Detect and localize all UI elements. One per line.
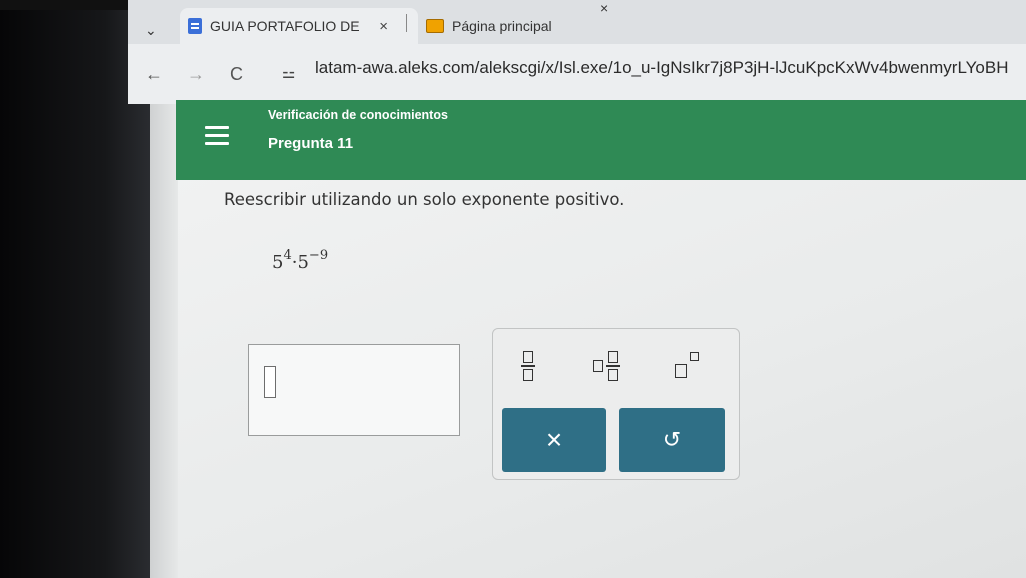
fraction-icon (521, 351, 535, 381)
image-icon (426, 19, 444, 33)
forward-button[interactable]: → (187, 64, 205, 85)
mixed-number-icon (592, 351, 620, 381)
docs-icon (188, 18, 202, 34)
base-1: 5 (272, 252, 284, 273)
mixed-number-button[interactable] (586, 350, 626, 382)
question-number: Pregunta 11 (268, 135, 354, 152)
exponent-1: 4 (283, 248, 292, 263)
site-info-icon[interactable]: ⚍ (282, 64, 295, 82)
base-2: 5 (297, 252, 309, 273)
exponent-button[interactable] (666, 350, 706, 382)
fraction-button[interactable] (508, 350, 548, 382)
tab-separator (406, 14, 407, 32)
close-icon[interactable]: × (379, 18, 388, 35)
chevron-down-icon[interactable]: ⌄ (145, 22, 157, 39)
answer-input[interactable] (248, 344, 460, 436)
math-expression: 54·5−9 (272, 248, 329, 273)
header-title: Verificación de conocimientos (268, 108, 448, 122)
input-cursor-box[interactable] (264, 366, 276, 398)
back-button[interactable]: ← (145, 64, 163, 85)
reload-button[interactable]: C (230, 64, 243, 85)
clear-button[interactable]: × (502, 408, 606, 472)
tab-pagina-principal[interactable]: Página principal (420, 8, 626, 44)
page-edge (150, 104, 178, 578)
menu-icon[interactable] (205, 126, 229, 145)
tab-label: Página principal (452, 18, 552, 34)
tab-guia-portafolio[interactable]: GUIA PORTAFOLIO DE × (180, 8, 418, 44)
exponent-2: −9 (308, 248, 329, 263)
close-icon[interactable]: × (600, 0, 608, 16)
question-instruction: Reescribir utilizando un solo exponente … (224, 190, 625, 209)
exponent-icon (671, 352, 701, 380)
address-bar[interactable]: latam-awa.aleks.com/alekscgi/x/Isl.exe/1… (315, 58, 1026, 78)
tab-label: GUIA PORTAFOLIO DE (210, 18, 360, 34)
undo-button[interactable]: ↺ (619, 408, 725, 472)
